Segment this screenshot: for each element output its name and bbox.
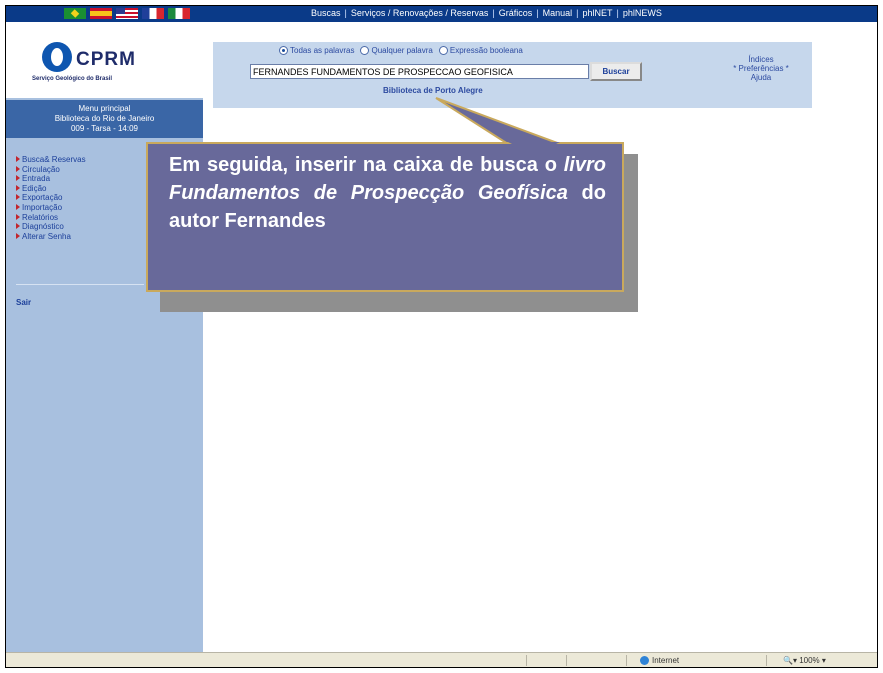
menu-item-relatorios[interactable]: Relatórios bbox=[16, 213, 86, 223]
menu-item-diagnostico[interactable]: Diagnóstico bbox=[16, 222, 86, 232]
nav-link-manual[interactable]: Manual bbox=[543, 8, 573, 18]
menu-divider bbox=[16, 284, 144, 285]
link-preferencias[interactable]: * Preferências * bbox=[721, 64, 801, 73]
logo-name: CPRM bbox=[76, 49, 136, 70]
arrow-right-icon bbox=[16, 156, 20, 162]
menu-item-label: Edição bbox=[22, 183, 47, 193]
nav-link-graficos[interactable]: Gráficos bbox=[499, 8, 533, 18]
sidebar: CPRM Serviço Geológico do Brasil Menu pr… bbox=[6, 22, 203, 652]
zoom-control[interactable]: 🔍▾ 100% ▾ bbox=[783, 656, 826, 665]
main-menu: Busca& Reservas Circulação Entrada Ediçã… bbox=[16, 155, 86, 241]
right-links: Índices * Preferências * Ajuda bbox=[721, 55, 801, 82]
arrow-right-icon bbox=[16, 165, 20, 172]
status-divider bbox=[566, 655, 567, 666]
menu-item-label: Circulação bbox=[22, 164, 60, 174]
nav-separator: | bbox=[536, 8, 539, 18]
spain-flag-icon[interactable] bbox=[90, 8, 112, 19]
radio-label: Qualquer palavra bbox=[371, 46, 433, 55]
current-library: Biblioteca de Porto Alegre bbox=[383, 86, 483, 95]
nav-separator: | bbox=[492, 8, 495, 18]
internet-zone-icon bbox=[640, 656, 649, 665]
logo-subtitle: Serviço Geológico do Brasil bbox=[32, 76, 113, 82]
arrow-right-icon bbox=[16, 232, 20, 239]
menu-item-edicao[interactable]: Edição bbox=[16, 184, 86, 194]
search-mode-options: Todas as palavras Qualquer palavra Expre… bbox=[279, 46, 523, 55]
nav-link-phlnet[interactable]: phlNET bbox=[583, 8, 613, 18]
radio-unselected-icon bbox=[438, 46, 448, 55]
menu-item-entrada[interactable]: Entrada bbox=[16, 174, 86, 184]
radio-unselected-icon bbox=[360, 46, 370, 55]
menu-item-label: Diagnóstico bbox=[22, 222, 64, 232]
radio-selected-icon bbox=[279, 46, 288, 55]
nav-link-phlnews[interactable]: phlNEWS bbox=[623, 8, 662, 18]
cprm-logo-icon bbox=[42, 42, 72, 72]
link-ajuda[interactable]: Ajuda bbox=[721, 73, 801, 82]
language-flags bbox=[64, 8, 190, 19]
usa-flag-icon[interactable] bbox=[116, 8, 138, 19]
menu-item-alterar-senha[interactable]: Alterar Senha bbox=[16, 232, 86, 242]
menu-item-label: Exportação bbox=[22, 193, 63, 203]
search-panel: Todas as palavras Qualquer palavra Expre… bbox=[213, 42, 812, 108]
menu-item-label: Entrada bbox=[22, 174, 51, 184]
menu-item-importacao[interactable]: Importação bbox=[16, 203, 86, 213]
top-navigation-bar: Buscas | Serviços / Renovações / Reserva… bbox=[6, 6, 877, 22]
menu-item-label: Alterar Senha bbox=[22, 231, 71, 241]
nav-separator: | bbox=[576, 8, 579, 18]
menu-header: Menu principal Biblioteca do Rio de Jane… bbox=[6, 100, 203, 138]
arrow-right-icon bbox=[16, 194, 20, 201]
menu-item-buscas-reservas[interactable]: Busca& Reservas bbox=[16, 155, 86, 165]
link-indices[interactable]: Índices bbox=[721, 55, 801, 64]
menu-title: Menu principal bbox=[78, 104, 131, 113]
nav-link-buscas[interactable]: Buscas bbox=[311, 8, 341, 18]
menu-item-label: Importação bbox=[22, 202, 63, 212]
menu-item-label: Busca& Reservas bbox=[22, 155, 86, 164]
logout-link[interactable]: Sair bbox=[16, 298, 31, 307]
nav-link-servicos[interactable]: Serviços / Renovações / Reservas bbox=[351, 8, 489, 18]
menu-item-circulacao[interactable]: Circulação bbox=[16, 165, 86, 175]
nav-separator: | bbox=[344, 8, 347, 18]
logo-area: CPRM Serviço Geológico do Brasil bbox=[6, 22, 203, 98]
browser-window: Buscas | Serviços / Renovações / Reserva… bbox=[5, 5, 878, 668]
status-bar: Internet 🔍▾ 100% ▾ bbox=[6, 652, 877, 667]
brazil-flag-icon[interactable] bbox=[64, 8, 86, 19]
france-flag-icon[interactable] bbox=[142, 8, 164, 19]
arrow-right-icon bbox=[16, 175, 20, 182]
menu-item-exportacao[interactable]: Exportação bbox=[16, 193, 86, 203]
radio-expressao-booleana[interactable]: Expressão booleana bbox=[438, 46, 523, 55]
status-divider bbox=[626, 655, 627, 666]
status-divider bbox=[526, 655, 527, 666]
search-button[interactable]: Buscar bbox=[590, 62, 642, 81]
radio-todas-as-palavras[interactable]: Todas as palavras bbox=[279, 46, 354, 55]
menu-session: 009 - Tarsa - 14:09 bbox=[70, 124, 138, 133]
menu-library: Biblioteca do Rio de Janeiro bbox=[54, 114, 155, 123]
radio-label: Expressão booleana bbox=[449, 46, 523, 55]
menu-item-label: Relatórios bbox=[22, 212, 59, 222]
arrow-right-icon bbox=[16, 213, 20, 220]
top-nav-links: Buscas | Serviços / Renovações / Reserva… bbox=[311, 8, 662, 18]
zone-label: Internet bbox=[652, 656, 680, 665]
arrow-right-icon bbox=[16, 203, 20, 210]
italy-flag-icon[interactable] bbox=[168, 8, 190, 19]
nav-separator: | bbox=[616, 8, 619, 18]
radio-qualquer-palavra[interactable]: Qualquer palavra bbox=[360, 46, 433, 55]
search-input[interactable] bbox=[250, 64, 589, 79]
status-divider bbox=[766, 655, 767, 666]
arrow-right-icon bbox=[16, 223, 20, 230]
radio-label: Todas as palavras bbox=[290, 46, 355, 55]
zoom-icon: 🔍▾ bbox=[783, 656, 800, 665]
arrow-right-icon bbox=[16, 184, 20, 191]
zoom-level: 100% bbox=[799, 656, 820, 665]
